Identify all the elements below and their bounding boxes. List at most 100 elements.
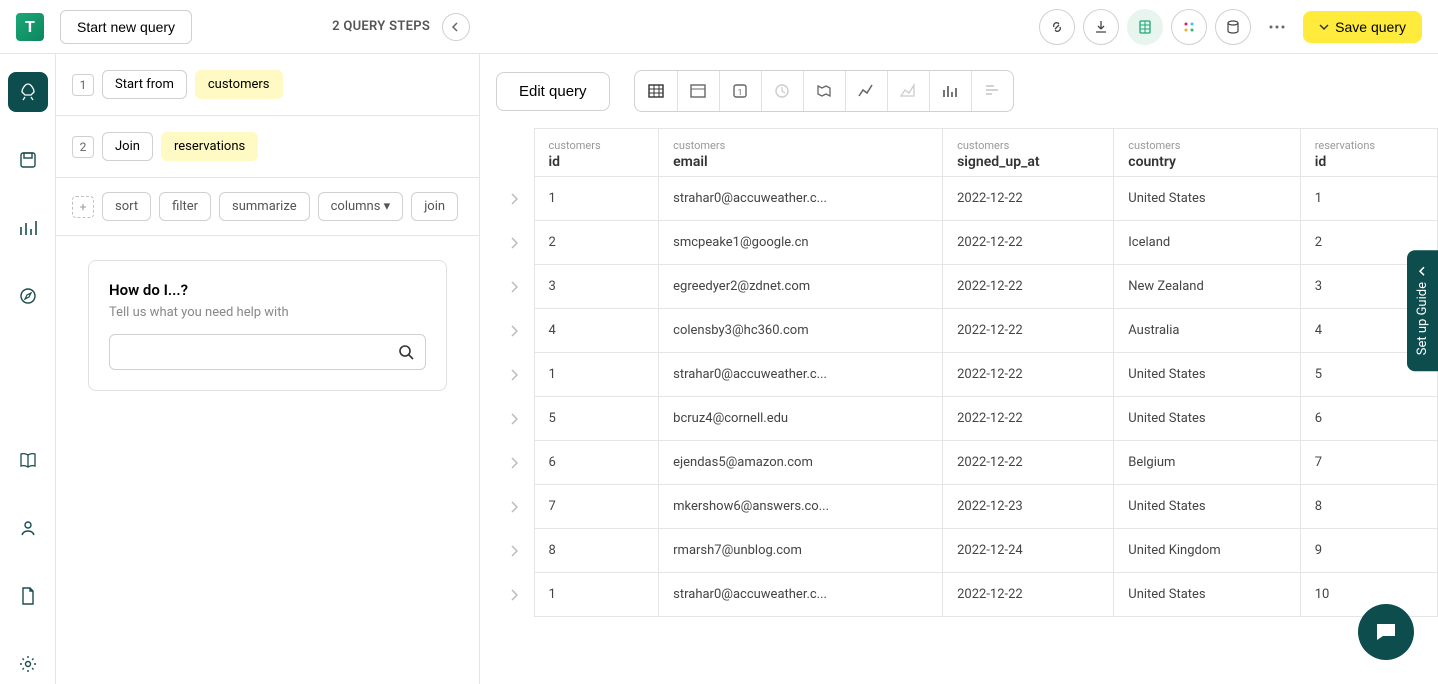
help-panel: How do I...? Tell us what you need help …: [88, 260, 447, 391]
expand-row-icon[interactable]: [496, 265, 534, 309]
sidebar-save-icon[interactable]: [8, 140, 48, 180]
cell-country: Australia: [1114, 309, 1300, 353]
table-row[interactable]: 1 strahar0@accuweather.c... 2022-12-22 U…: [496, 573, 1438, 617]
view-hbar-icon[interactable]: [971, 71, 1013, 111]
table-row[interactable]: 7 mkershow6@answers.co... 2022-12-23 Uni…: [496, 485, 1438, 529]
cell-email: strahar0@accuweather.c...: [659, 573, 943, 617]
column-header-signed[interactable]: customerssigned_up_at: [943, 129, 1114, 177]
cell-id: 6: [534, 441, 659, 485]
query-step-2[interactable]: 2 Join reservations: [56, 116, 479, 178]
cell-id: 4: [534, 309, 659, 353]
sidebar-user-icon[interactable]: [8, 508, 48, 548]
view-line-icon[interactable]: [845, 71, 887, 111]
more-icon[interactable]: [1259, 9, 1295, 45]
table-row[interactable]: 4 colensby3@hc360.com 2022-12-22 Austral…: [496, 309, 1438, 353]
add-step-button[interactable]: +: [72, 196, 94, 218]
cell-signed: 2022-12-22: [943, 441, 1114, 485]
view-clock-icon[interactable]: [761, 71, 803, 111]
cell-email: bcruz4@cornell.edu: [659, 397, 943, 441]
step-target: customers: [195, 70, 283, 99]
view-bar-icon[interactable]: [929, 71, 971, 111]
setup-guide-tab[interactable]: Set up Guide: [1407, 250, 1438, 371]
cell-signed: 2022-12-22: [943, 221, 1114, 265]
cell-id: 7: [534, 485, 659, 529]
collapse-panel-button[interactable]: [442, 13, 470, 41]
cell-rid: 6: [1300, 397, 1437, 441]
query-step-1[interactable]: 1 Start from customers: [56, 54, 479, 116]
cell-signed: 2022-12-22: [943, 397, 1114, 441]
cell-country: United States: [1114, 353, 1300, 397]
table-row[interactable]: 6 ejendas5@amazon.com 2022-12-22 Belgium…: [496, 441, 1438, 485]
cell-country: Iceland: [1114, 221, 1300, 265]
edit-query-button[interactable]: Edit query: [496, 72, 610, 111]
table-row[interactable]: 5 bcruz4@cornell.edu 2022-12-22 United S…: [496, 397, 1438, 441]
slack-icon[interactable]: [1171, 9, 1207, 45]
expand-row-icon[interactable]: [496, 441, 534, 485]
sidebar-book-icon[interactable]: [8, 440, 48, 480]
table-row[interactable]: 1 strahar0@accuweather.c... 2022-12-22 U…: [496, 353, 1438, 397]
chat-button[interactable]: [1358, 604, 1414, 660]
cell-country: New Zealand: [1114, 265, 1300, 309]
column-header-rid[interactable]: reservationsid: [1300, 129, 1437, 177]
op-columns[interactable]: columns ▾: [318, 192, 404, 221]
sidebar-chart-icon[interactable]: [8, 208, 48, 248]
help-subtitle: Tell us what you need help with: [109, 305, 426, 320]
app-logo[interactable]: T: [16, 13, 44, 41]
cell-email: mkershow6@answers.co...: [659, 485, 943, 529]
database-icon[interactable]: [1215, 9, 1251, 45]
column-header-email[interactable]: customersemail: [659, 129, 943, 177]
results-table: customersid customersemail customerssign…: [496, 128, 1438, 617]
cell-country: United States: [1114, 573, 1300, 617]
step-action: Start from: [102, 70, 187, 99]
sidebar-rocket-icon[interactable]: [8, 72, 48, 112]
table-row[interactable]: 1 strahar0@accuweather.c... 2022-12-22 U…: [496, 177, 1438, 221]
sidebar-doc-icon[interactable]: [8, 576, 48, 616]
column-header-id[interactable]: customersid: [534, 129, 659, 177]
cell-country: United States: [1114, 485, 1300, 529]
cell-signed: 2022-12-23: [943, 485, 1114, 529]
start-new-query-button[interactable]: Start new query: [60, 10, 192, 44]
table-row[interactable]: 8 rmarsh7@unblog.com 2022-12-24 United K…: [496, 529, 1438, 573]
expand-row-icon[interactable]: [496, 573, 534, 617]
cell-id: 3: [534, 265, 659, 309]
view-table-icon[interactable]: [635, 71, 677, 111]
op-filter[interactable]: filter: [159, 192, 211, 221]
expand-row-icon[interactable]: [496, 177, 534, 221]
view-map-icon[interactable]: [803, 71, 845, 111]
sheets-icon[interactable]: [1127, 9, 1163, 45]
cell-country: Belgium: [1114, 441, 1300, 485]
view-kpi-icon[interactable]: 1: [719, 71, 761, 111]
sidebar-settings-icon[interactable]: [8, 644, 48, 684]
view-formatted-icon[interactable]: [677, 71, 719, 111]
op-join[interactable]: join: [411, 192, 458, 221]
sidebar-compass-icon[interactable]: [8, 276, 48, 316]
results-panel: Edit query 1 customersid custom: [480, 54, 1438, 684]
cell-signed: 2022-12-22: [943, 353, 1114, 397]
cell-country: United Kingdom: [1114, 529, 1300, 573]
expand-row-icon[interactable]: [496, 485, 534, 529]
op-summarize[interactable]: summarize: [219, 192, 310, 221]
query-builder-panel: 1 Start from customers 2 Join reservatio…: [56, 54, 480, 684]
expand-row-icon[interactable]: [496, 309, 534, 353]
help-search-input[interactable]: [120, 345, 397, 360]
help-title: How do I...?: [109, 281, 426, 299]
link-icon[interactable]: [1039, 9, 1075, 45]
expand-row-icon[interactable]: [496, 397, 534, 441]
cell-id: 1: [534, 573, 659, 617]
column-header-country[interactable]: customerscountry: [1114, 129, 1300, 177]
download-icon[interactable]: [1083, 9, 1119, 45]
view-area-icon[interactable]: [887, 71, 929, 111]
cell-id: 1: [534, 177, 659, 221]
expand-row-icon[interactable]: [496, 221, 534, 265]
cell-id: 5: [534, 397, 659, 441]
cell-email: smcpeake1@google.cn: [659, 221, 943, 265]
table-row[interactable]: 3 egreedyer2@zdnet.com 2022-12-22 New Ze…: [496, 265, 1438, 309]
save-query-button[interactable]: Save query: [1303, 11, 1422, 43]
expand-row-icon[interactable]: [496, 529, 534, 573]
table-row[interactable]: 2 smcpeake1@google.cn 2022-12-22 Iceland…: [496, 221, 1438, 265]
cell-country: United States: [1114, 397, 1300, 441]
expand-row-icon[interactable]: [496, 353, 534, 397]
query-steps-label: 2 QUERY STEPS: [332, 19, 430, 34]
step-target: reservations: [161, 132, 258, 161]
op-sort[interactable]: sort: [102, 192, 151, 221]
